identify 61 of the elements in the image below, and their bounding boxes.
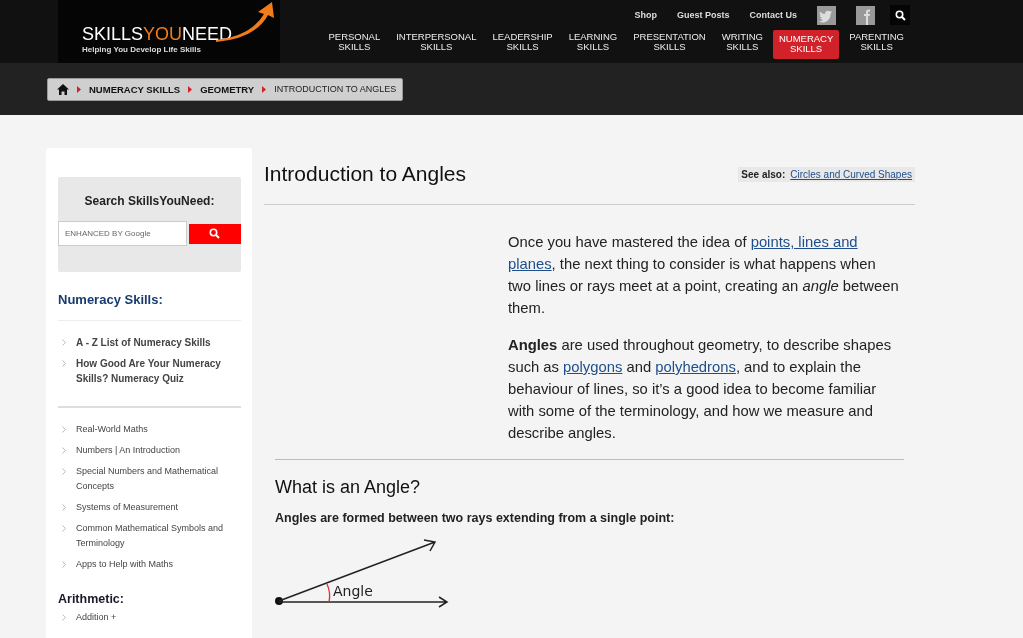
sidebar-link[interactable]: Real-World Maths [76, 422, 148, 437]
breadcrumb-link[interactable]: GEOMETRY [200, 83, 255, 95]
sidebar-heading: Arithmetic: [58, 592, 125, 606]
search-icon [894, 9, 906, 21]
angle-arc [326, 583, 331, 603]
chevron-icon [62, 339, 66, 346]
chevron-icon [62, 468, 66, 475]
facebook-icon[interactable] [856, 5, 875, 25]
home-icon[interactable] [57, 83, 69, 95]
sidebar-link[interactable]: Common Mathematical Symbols and Terminology [76, 521, 241, 551]
text-link[interactable]: points, lines and [750, 234, 858, 250]
search-field[interactable]: ENHANCED BY Google [58, 221, 187, 246]
chevron-icon [62, 525, 66, 532]
sidebar-link[interactable]: Systems of Measurement [76, 500, 179, 515]
chevron-icon [62, 447, 66, 454]
chevron-icon [262, 85, 267, 93]
nav-tab[interactable]: PRESENTATION SKILLS [627, 30, 712, 55]
text-link[interactable]: planes [508, 256, 552, 272]
sidebar-link[interactable]: Apps to Help with Maths [76, 557, 174, 572]
sidebar-link[interactable]: How Good Are Your Numeracy Skills? Numeracy Quiz [76, 356, 241, 386]
text-link[interactable]: polyhedrons [655, 359, 736, 375]
sidebar-link[interactable]: A - Z List of Numeracy Skills [76, 335, 211, 350]
text-link[interactable]: polygons [563, 359, 623, 375]
top-link[interactable]: Guest Posts [676, 10, 730, 20]
top-link[interactable]: Contact Us [749, 10, 797, 20]
breadcrumb-current: INTRODUCTION TO ANGLES [274, 84, 397, 94]
nav-tab[interactable]: PERSONAL SKILLS [322, 30, 387, 55]
chevron-icon [77, 85, 81, 93]
logo-tagline: Helping You Develop Life Skills [82, 45, 202, 54]
sidebar-heading: Numeracy Skills: [58, 292, 164, 307]
chevron-icon [62, 614, 66, 621]
chevron-icon [62, 426, 66, 433]
top-link[interactable]: Shop [634, 10, 657, 20]
see-also-link[interactable]: Circles and Curved Shapes [790, 168, 912, 180]
lead-text: Angles are formed between two rays extending from a single point: [275, 511, 676, 525]
logo-text: SKILLSYOUNEED [82, 25, 234, 43]
see-also-label: See also: [741, 168, 786, 180]
page-title: Introduction to Angles [264, 162, 466, 186]
search-title: Search SkillsYouNeed: [83, 194, 216, 208]
breadcrumb-link[interactable]: NUMERACY SKILLS [89, 83, 181, 95]
nav-tab[interactable]: INTERPERSONAL SKILLS [390, 30, 483, 55]
nav-tab[interactable]: LEADERSHIP SKILLS [486, 30, 559, 55]
nav-tab[interactable]: PARENTING SKILLS [843, 30, 910, 55]
nav-tab[interactable]: NUMERACY SKILLS [772, 30, 840, 59]
search-button[interactable] [890, 5, 910, 25]
site-logo[interactable]: SKILLSYOUNEED Helping You Develop Life Skills [58, 0, 280, 63]
chevron-icon [188, 85, 193, 93]
chevron-icon [62, 561, 66, 568]
paragraph: Once you have mastered the idea of points, lines and planes, the next thing to consider is what happens when two lines or rays meet at a point, creating an angle between them. [508, 233, 900, 318]
twitter-bird-icon[interactable] [817, 5, 836, 25]
nav-tab[interactable]: LEARNING SKILLS [562, 30, 624, 55]
sidebar-link[interactable]: Numbers | An Introduction [76, 443, 180, 458]
search-icon [209, 228, 221, 239]
section-heading: What is an Angle? [275, 477, 422, 498]
chevron-icon [62, 504, 66, 511]
sidebar-link[interactable]: Addition + [76, 610, 117, 625]
chevron-icon [62, 360, 66, 367]
paragraph: Angles are used throughout geometry, to describe shapes such as polygons and polyhedrons, and to explain the behaviour of lines, so it’s a good idea to become familiar with some of the terminology, and how we measure and describe angles. [508, 336, 893, 443]
nav-tab[interactable]: WRITING SKILLS [715, 30, 769, 55]
angle-label: Angle [333, 583, 373, 599]
sidebar-link[interactable]: Special Numbers and Mathematical Concepts [76, 464, 241, 494]
